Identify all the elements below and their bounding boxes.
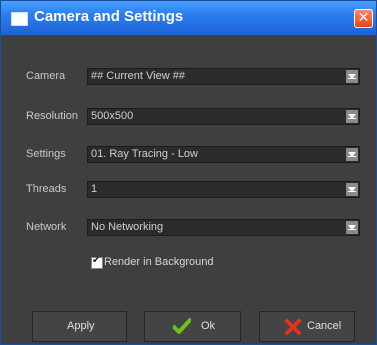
threads-label: Threads: [26, 183, 67, 195]
resolution-select[interactable]: 500x500: [87, 108, 360, 125]
camera-settings-dialog: Camera and Settings ✕ Camera ## Current …: [0, 0, 377, 345]
camera-select[interactable]: ## Current View ##: [87, 68, 360, 85]
chevron-down-icon[interactable]: [346, 110, 358, 123]
dialog-title: Camera and Settings: [34, 8, 184, 25]
cancel-label: Cancel: [307, 320, 342, 332]
network-label: Network: [26, 221, 67, 233]
apply-button[interactable]: Apply: [32, 311, 127, 342]
threads-select[interactable]: 1: [87, 181, 360, 198]
chevron-down-icon[interactable]: [346, 183, 358, 196]
resolution-value: 500x500: [91, 110, 134, 122]
ok-button[interactable]: Ok: [144, 311, 241, 342]
chevron-down-icon[interactable]: [346, 70, 358, 83]
window-icon: [11, 12, 28, 26]
render-background-checkbox[interactable]: [91, 255, 103, 269]
apply-label: Apply: [67, 320, 95, 332]
render-background-label: Render in Background: [104, 256, 214, 268]
settings-select[interactable]: 01. Ray Tracing - Low: [87, 146, 360, 163]
chevron-down-icon[interactable]: [346, 221, 358, 234]
network-value: No Networking: [91, 221, 164, 233]
checkmark-icon: [173, 318, 191, 334]
settings-value: 01. Ray Tracing - Low: [91, 148, 198, 160]
network-select[interactable]: No Networking: [87, 219, 360, 236]
cancel-button[interactable]: Cancel: [259, 311, 355, 342]
camera-value: ## Current View ##: [91, 70, 185, 82]
title-bar[interactable]: Camera and Settings ✕: [1, 1, 376, 35]
settings-label: Settings: [26, 148, 66, 160]
close-button[interactable]: ✕: [354, 9, 373, 28]
ok-label: Ok: [201, 320, 216, 332]
chevron-down-icon[interactable]: [346, 148, 358, 161]
threads-value: 1: [91, 183, 98, 195]
dialog-content: Camera ## Current View ## Resolution 500…: [1, 35, 376, 344]
x-icon: [285, 319, 301, 335]
camera-label: Camera: [26, 70, 66, 82]
resolution-label: Resolution: [26, 110, 78, 122]
